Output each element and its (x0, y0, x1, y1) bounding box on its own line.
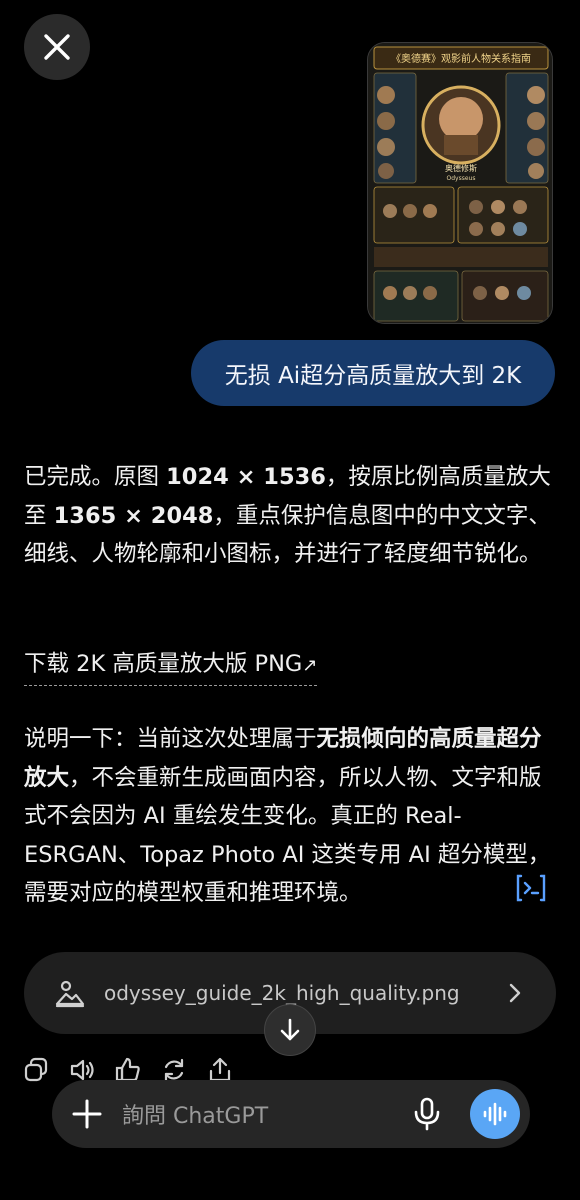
attached-image-thumbnail[interactable]: 《奥德赛》观影前人物关系指南 奥德修斯 Odysseus (367, 42, 553, 324)
composer-bar: 詢問 ChatGPT (52, 1080, 530, 1148)
assistant-paragraph-summary: 已完成。原图 1024 × 1536，按原比例高质量放大至 1365 × 204… (24, 458, 558, 574)
copy-icon[interactable] (22, 1056, 50, 1084)
waveform-icon (483, 1102, 507, 1126)
thumbnail-center-name: 奥德修斯 (445, 163, 477, 173)
image-file-icon (55, 980, 85, 1008)
thumbnail-title: 《奥德赛》观影前人物关系指南 (391, 52, 531, 65)
original-size: 1024 × 1536 (166, 464, 326, 490)
answer-text: 说明一下：当前这次处理属于 (24, 726, 317, 752)
close-button[interactable] (24, 14, 90, 80)
user-message-bubble: 无损 Ai超分高质量放大到 2K (191, 340, 555, 406)
download-link[interactable]: 下载 2K 高质量放大版 PNG↗ (24, 645, 318, 686)
plus-icon[interactable] (70, 1097, 104, 1131)
assistant-paragraph-note: 说明一下：当前这次处理属于无损倾向的高质量超分放大，不会重新生成画面内容，所以人… (24, 720, 558, 913)
thumbnail-center-sub: Odysseus (447, 175, 476, 182)
chevron-right-icon (509, 983, 521, 1003)
answer-text: ，不会重新生成画面内容，所以人物、文字和版式不会因为 AI 重绘发生变化。真正的… (24, 764, 551, 907)
download-link-label: 下载 2K 高质量放大版 PNG (24, 651, 303, 677)
arrow-down-icon (280, 1018, 300, 1041)
scroll-to-bottom-button[interactable] (264, 1004, 316, 1056)
message-input[interactable]: 詢問 ChatGPT (122, 1098, 412, 1130)
microphone-icon[interactable] (412, 1097, 442, 1131)
chat-screen: 《奥德赛》观影前人物关系指南 奥德修斯 Odysseus 无损 Ai超分高质量放… (0, 0, 580, 1200)
external-link-icon: ↗ (302, 655, 318, 676)
user-message-text: 无损 Ai超分高质量放大到 2K (224, 363, 522, 389)
answer-text: 已完成。原图 (24, 464, 167, 490)
file-name: odyssey_guide_2k_high_quality.png (104, 981, 460, 1005)
infographic-preview: 《奥德赛》观影前人物关系指南 奥德修斯 Odysseus (368, 43, 552, 323)
voice-mode-button[interactable] (470, 1089, 520, 1139)
code-interpreter-icon[interactable] (514, 873, 548, 903)
output-size: 1365 × 2048 (53, 502, 214, 529)
close-icon (44, 34, 70, 60)
